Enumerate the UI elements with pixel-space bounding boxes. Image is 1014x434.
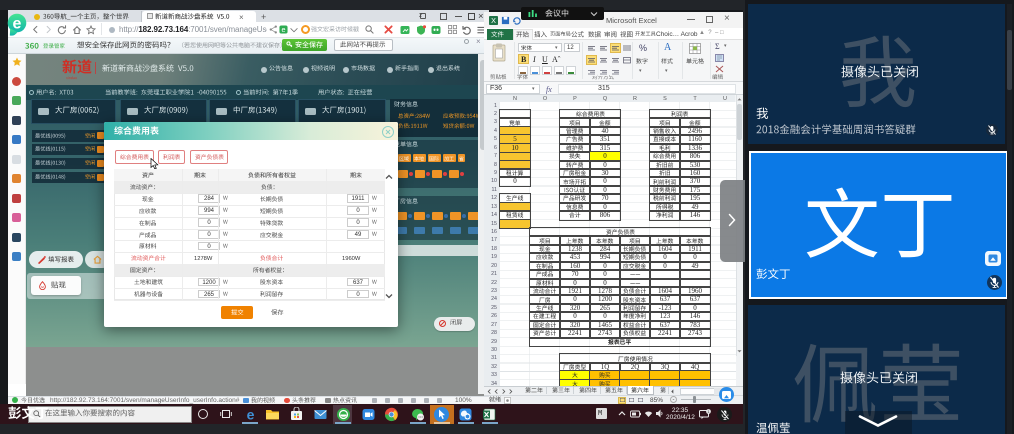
svg-text:e: e (246, 407, 254, 422)
svg-text:X: X (491, 16, 496, 25)
svg-text:e: e (282, 25, 286, 34)
svg-text:e: e (13, 16, 22, 33)
